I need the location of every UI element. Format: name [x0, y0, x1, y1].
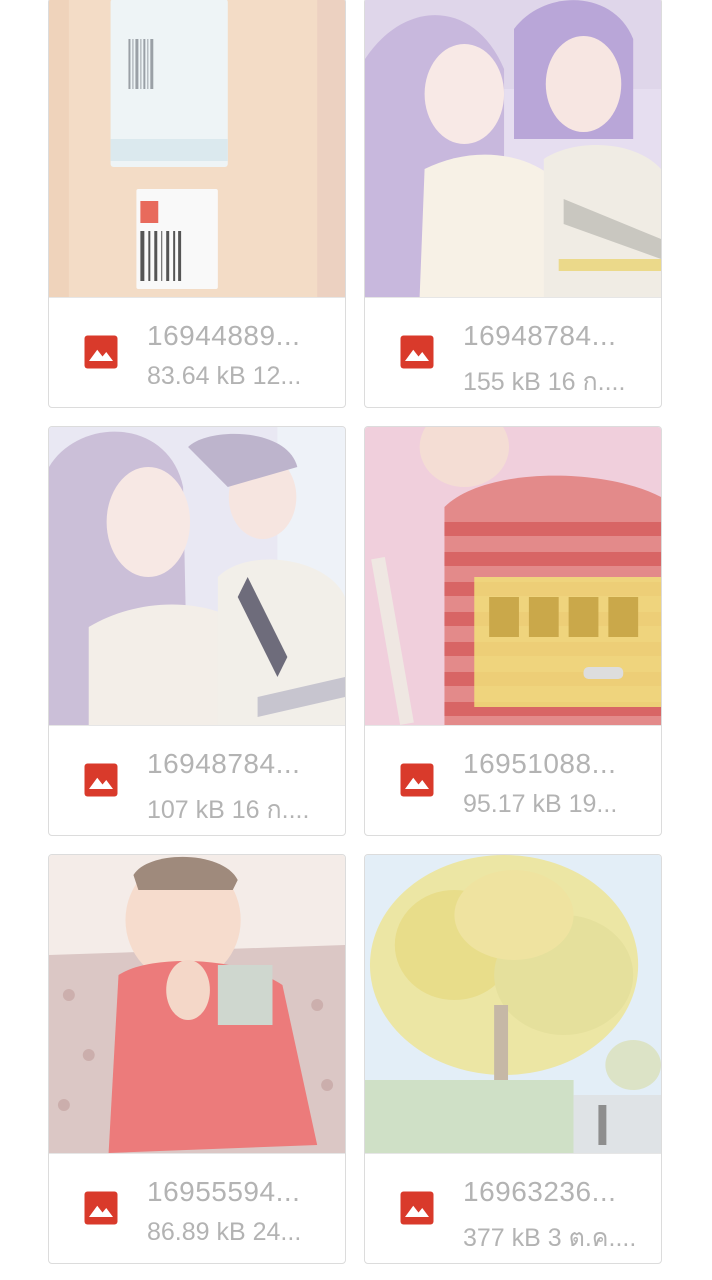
- file-meta: 83.64 kB 12...: [147, 362, 302, 390]
- file-name: 16948784...: [147, 748, 301, 779]
- file-name: 16963236...: [463, 1176, 617, 1207]
- image-file-icon: [83, 762, 119, 798]
- file-name: 16944889...: [147, 320, 301, 351]
- file-meta: 95.17 kB 19...: [463, 790, 618, 818]
- file-grid: 16944889... 83.64 kB 12... 16948784... 1…: [0, 0, 712, 1280]
- image-file-icon: [399, 1190, 435, 1226]
- file-meta: 107 kB 16 ก....: [147, 796, 310, 824]
- file-info: 16955594... 86.89 kB 24...: [49, 1153, 345, 1263]
- file-card[interactable]: 16955594... 86.89 kB 24...: [48, 854, 346, 1264]
- file-meta: 377 kB 3 ต.ค....: [463, 1224, 637, 1252]
- file-card[interactable]: 16948784... 107 kB 16 ก....: [48, 426, 346, 836]
- file-thumbnail[interactable]: [49, 855, 345, 1153]
- file-info: 16948784... 155 kB 16 ก....: [365, 297, 661, 407]
- file-thumbnail[interactable]: [365, 0, 661, 297]
- file-thumbnail[interactable]: [365, 855, 661, 1153]
- file-name: 16948784...: [463, 320, 617, 351]
- file-info: 16951088... 95.17 kB 19...: [365, 725, 661, 835]
- file-card[interactable]: 16944889... 83.64 kB 12...: [48, 0, 346, 408]
- file-card[interactable]: 16951088... 95.17 kB 19...: [364, 426, 662, 836]
- file-card[interactable]: 16948784... 155 kB 16 ก....: [364, 0, 662, 408]
- image-file-icon: [399, 762, 435, 798]
- file-thumbnail[interactable]: [49, 427, 345, 725]
- file-card[interactable]: 16963236... 377 kB 3 ต.ค....: [364, 854, 662, 1264]
- file-name: 16951088...: [463, 748, 617, 779]
- image-file-icon: [83, 334, 119, 370]
- file-meta: 86.89 kB 24...: [147, 1218, 302, 1246]
- file-info: 16948784... 107 kB 16 ก....: [49, 725, 345, 835]
- file-meta: 155 kB 16 ก....: [463, 368, 626, 396]
- image-file-icon: [399, 334, 435, 370]
- file-thumbnail[interactable]: [365, 427, 661, 725]
- file-name: 16955594...: [147, 1176, 301, 1207]
- image-file-icon: [83, 1190, 119, 1226]
- file-info: 16944889... 83.64 kB 12...: [49, 297, 345, 407]
- file-info: 16963236... 377 kB 3 ต.ค....: [365, 1153, 661, 1263]
- file-thumbnail[interactable]: [49, 0, 345, 297]
